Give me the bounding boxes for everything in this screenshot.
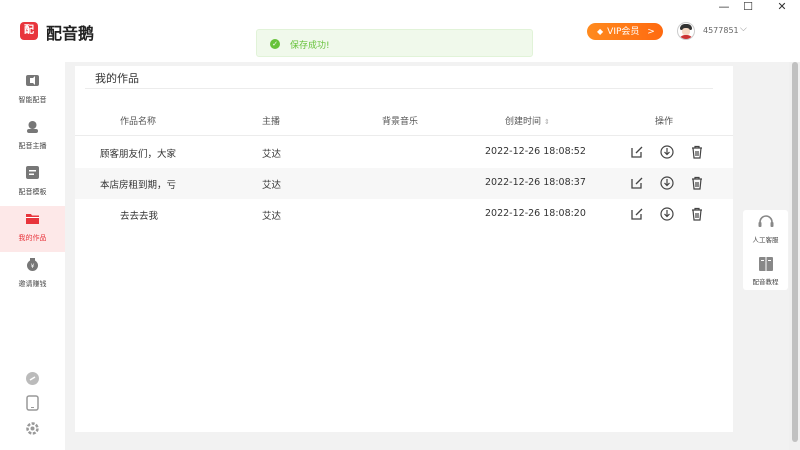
toast-text: 保存成功!: [290, 41, 330, 51]
user-id[interactable]: 4577851: [703, 26, 739, 35]
folder-icon: [26, 214, 39, 224]
work-name: 本店房租到期，亏: [100, 180, 177, 191]
speaker-icon: [26, 75, 39, 86]
sidebar-item-smart-dubbing[interactable]: 智能配音: [0, 68, 65, 114]
anchor-icon: [27, 121, 38, 133]
sidebar-item-label: 智能配音: [18, 96, 47, 104]
svg-text:¥: ¥: [31, 263, 35, 270]
tutorial-button[interactable]: 配音教程: [743, 256, 788, 286]
work-name: 去去去我: [120, 211, 159, 222]
help-float-panel: 人工客服 配音教程: [743, 210, 788, 290]
vip-label: VIP会员: [607, 27, 640, 37]
sidebar-item-dubbing-anchor[interactable]: 配音主播: [0, 114, 65, 160]
float-item-label: 人工客服: [752, 236, 779, 244]
mobile-icon[interactable]: [26, 395, 39, 411]
delete-icon[interactable]: [690, 207, 704, 221]
app-title: 配音鹅: [46, 24, 95, 43]
check-icon: ✓: [270, 39, 280, 49]
work-anchor: 艾达: [262, 211, 282, 222]
sidebar-item-label: 配音主播: [18, 142, 47, 150]
work-created: 2022-12-26 18:08:20: [485, 208, 586, 219]
table-row: 本店房租到期，亏 艾达 2022-12-26 18:08:37: [75, 168, 733, 199]
float-item-label: 配音教程: [752, 278, 779, 286]
delete-icon[interactable]: [690, 145, 704, 159]
customer-service-button[interactable]: 人工客服: [743, 214, 788, 244]
download-icon[interactable]: [660, 207, 674, 221]
book-icon: [758, 257, 773, 271]
column-header-actions: 操作: [655, 117, 674, 127]
sort-icon[interactable]: ⇕: [544, 118, 550, 126]
money-bag-icon: ¥: [27, 258, 38, 271]
minimize-button[interactable]: —: [714, 0, 734, 13]
column-header-music: 背景音乐: [382, 117, 419, 127]
sidebar-item-invite-earn[interactable]: ¥ 邀请赚钱: [0, 252, 65, 298]
sidebar: 智能配音 配音主播 配音模板 我的作品 ¥ 邀请赚钱: [0, 62, 65, 450]
diamond-icon: ◆: [597, 27, 604, 36]
vip-arrow-icon: >: [647, 27, 655, 37]
download-icon[interactable]: [660, 176, 674, 190]
table-header: 作品名称 主播 背景音乐 创建时间 ⇕ 操作: [75, 108, 733, 136]
success-toast: ✓ 保存成功!: [256, 29, 533, 57]
avatar[interactable]: [677, 22, 695, 40]
scrollbar-thumb[interactable]: [792, 62, 798, 442]
edit-icon[interactable]: [630, 207, 644, 221]
vip-button[interactable]: ◆ VIP会员 >: [587, 23, 663, 40]
column-header-anchor: 主播: [262, 117, 281, 127]
maximize-button[interactable]: ☐: [738, 0, 758, 13]
template-icon: [26, 166, 39, 179]
table-row: 去去去我 艾达 2022-12-26 18:08:20: [75, 199, 733, 230]
close-button[interactable]: ✕: [772, 0, 792, 13]
divider: [85, 88, 713, 89]
chevron-down-icon[interactable]: ⌵: [740, 24, 747, 34]
edit-icon[interactable]: [630, 145, 644, 159]
download-icon[interactable]: [660, 145, 674, 159]
work-created: 2022-12-26 18:08:37: [485, 177, 586, 188]
work-created: 2022-12-26 18:08:52: [485, 146, 586, 157]
sidebar-item-label: 邀请赚钱: [18, 280, 47, 288]
app-logo-icon: 配: [20, 22, 38, 40]
link-icon[interactable]: [25, 371, 40, 386]
work-anchor: 艾达: [262, 180, 282, 191]
column-header-label: 创建时间: [505, 117, 542, 127]
sidebar-item-dubbing-template[interactable]: 配音模板: [0, 160, 65, 206]
page-title: 我的作品: [95, 72, 139, 85]
work-name: 顾客朋友们，大家: [100, 149, 177, 160]
headset-icon: [758, 215, 773, 227]
sidebar-item-my-works[interactable]: 我的作品: [0, 206, 65, 252]
column-header-created[interactable]: 创建时间 ⇕: [505, 114, 550, 127]
sidebar-item-label: 我的作品: [18, 234, 47, 242]
edit-icon[interactable]: [630, 176, 644, 190]
settings-icon[interactable]: [25, 421, 40, 436]
works-panel: 我的作品 作品名称 主播 背景音乐 创建时间 ⇕ 操作 顾客朋友们，大家 艾达 2…: [75, 66, 733, 432]
sidebar-item-label: 配音模板: [18, 188, 47, 196]
delete-icon[interactable]: [690, 176, 704, 190]
table-row: 顾客朋友们，大家 艾达 2022-12-26 18:08:52: [75, 137, 733, 168]
column-header-name: 作品名称: [120, 117, 157, 127]
work-anchor: 艾达: [262, 149, 282, 160]
